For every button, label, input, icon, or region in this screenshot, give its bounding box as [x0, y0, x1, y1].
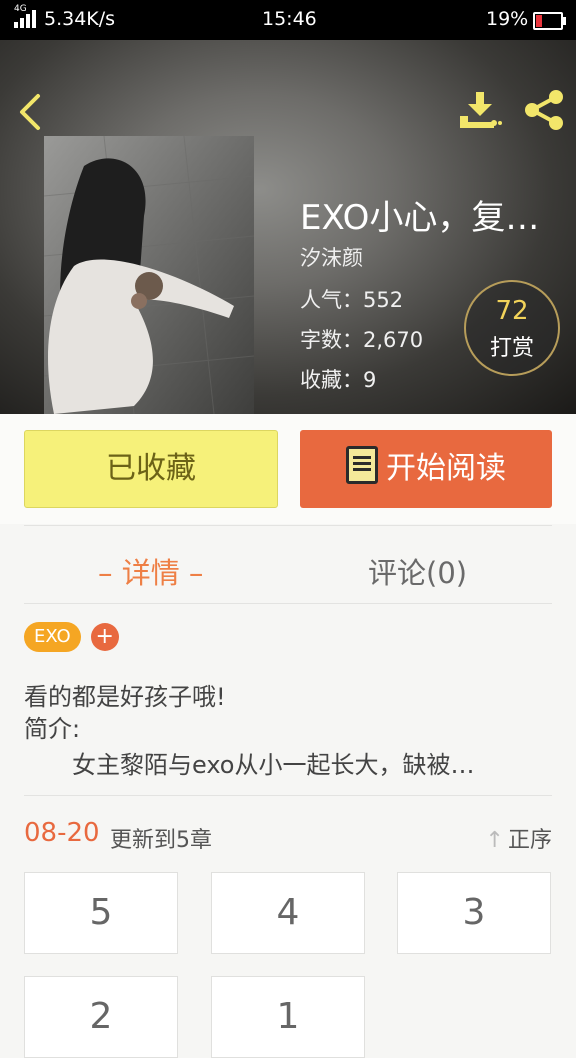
start-reading-label: 开始阅读: [386, 451, 506, 486]
tip-button[interactable]: 72 打赏: [464, 280, 560, 376]
intro-text[interactable]: 女主黎陌与exo从小一起长大，缺被…: [24, 749, 552, 781]
network-indicator: 4G 5.34K/s: [14, 4, 116, 30]
tip-count: 72: [495, 296, 529, 326]
clock: 15:46: [262, 8, 317, 30]
update-info: 08-20 更新到5章 ↑ 正序: [24, 816, 552, 854]
tab-details[interactable]: – 详情 –: [98, 550, 203, 592]
download-icon[interactable]: [458, 90, 502, 130]
tip-label: 打赏: [489, 336, 534, 361]
tag-item[interactable]: EXO: [24, 622, 81, 652]
book-icon: [346, 446, 378, 484]
status-bar: 4G 5.34K/s 15:46 19%: [0, 0, 576, 40]
intro-heading: 简介:: [24, 715, 81, 743]
book-header: EXO小心，复… 汐沫颜 人气：552 字数：2,670 收藏：9 72 打赏: [0, 40, 576, 414]
start-reading-button[interactable]: 开始阅读: [300, 430, 552, 508]
collected-button[interactable]: 已收藏: [24, 430, 278, 508]
action-bar: 已收藏 开始阅读: [0, 414, 576, 524]
chapter-item[interactable]: 3: [397, 872, 551, 954]
tab-comments[interactable]: 评论(0): [368, 550, 467, 592]
book-favorites: 收藏：9: [300, 368, 377, 392]
book-description: 看的都是好孩子哦! 简介: 女主黎陌与exo从小一起长大，缺被…: [24, 681, 552, 781]
signal-icon: [14, 10, 38, 28]
book-cover-image: [44, 136, 254, 414]
chevron-left-icon[interactable]: [16, 92, 46, 132]
update-date: 08-20: [24, 818, 100, 848]
divider: [24, 603, 552, 604]
sort-order-toggle[interactable]: ↑ 正序: [486, 822, 552, 854]
arrow-up-icon: ↑: [485, 828, 504, 853]
book-popularity: 人气：552: [300, 288, 404, 312]
battery-percent: 19%: [486, 8, 529, 30]
book-word-count: 字数：2,670: [300, 328, 424, 352]
description-line: 看的都是好孩子哦!: [24, 683, 226, 711]
tab-bar: – 详情 – 评论(0): [0, 526, 576, 604]
book-author[interactable]: 汐沫颜: [300, 242, 363, 272]
book-title: EXO小心，复…: [300, 198, 540, 238]
divider: [24, 795, 552, 796]
add-tag-button[interactable]: +: [90, 623, 119, 651]
share-icon[interactable]: [522, 88, 566, 132]
tag-list: EXO +: [24, 621, 119, 653]
chapter-item[interactable]: 5: [24, 872, 178, 954]
sort-order-label: 正序: [507, 828, 552, 853]
update-status: 更新到5章: [110, 828, 212, 853]
chapter-item[interactable]: 1: [211, 976, 365, 1058]
chapter-item[interactable]: 4: [211, 872, 365, 954]
network-speed: 5.34K/s: [44, 8, 116, 30]
chapter-item[interactable]: 2: [24, 976, 178, 1058]
battery-icon: [533, 12, 566, 30]
